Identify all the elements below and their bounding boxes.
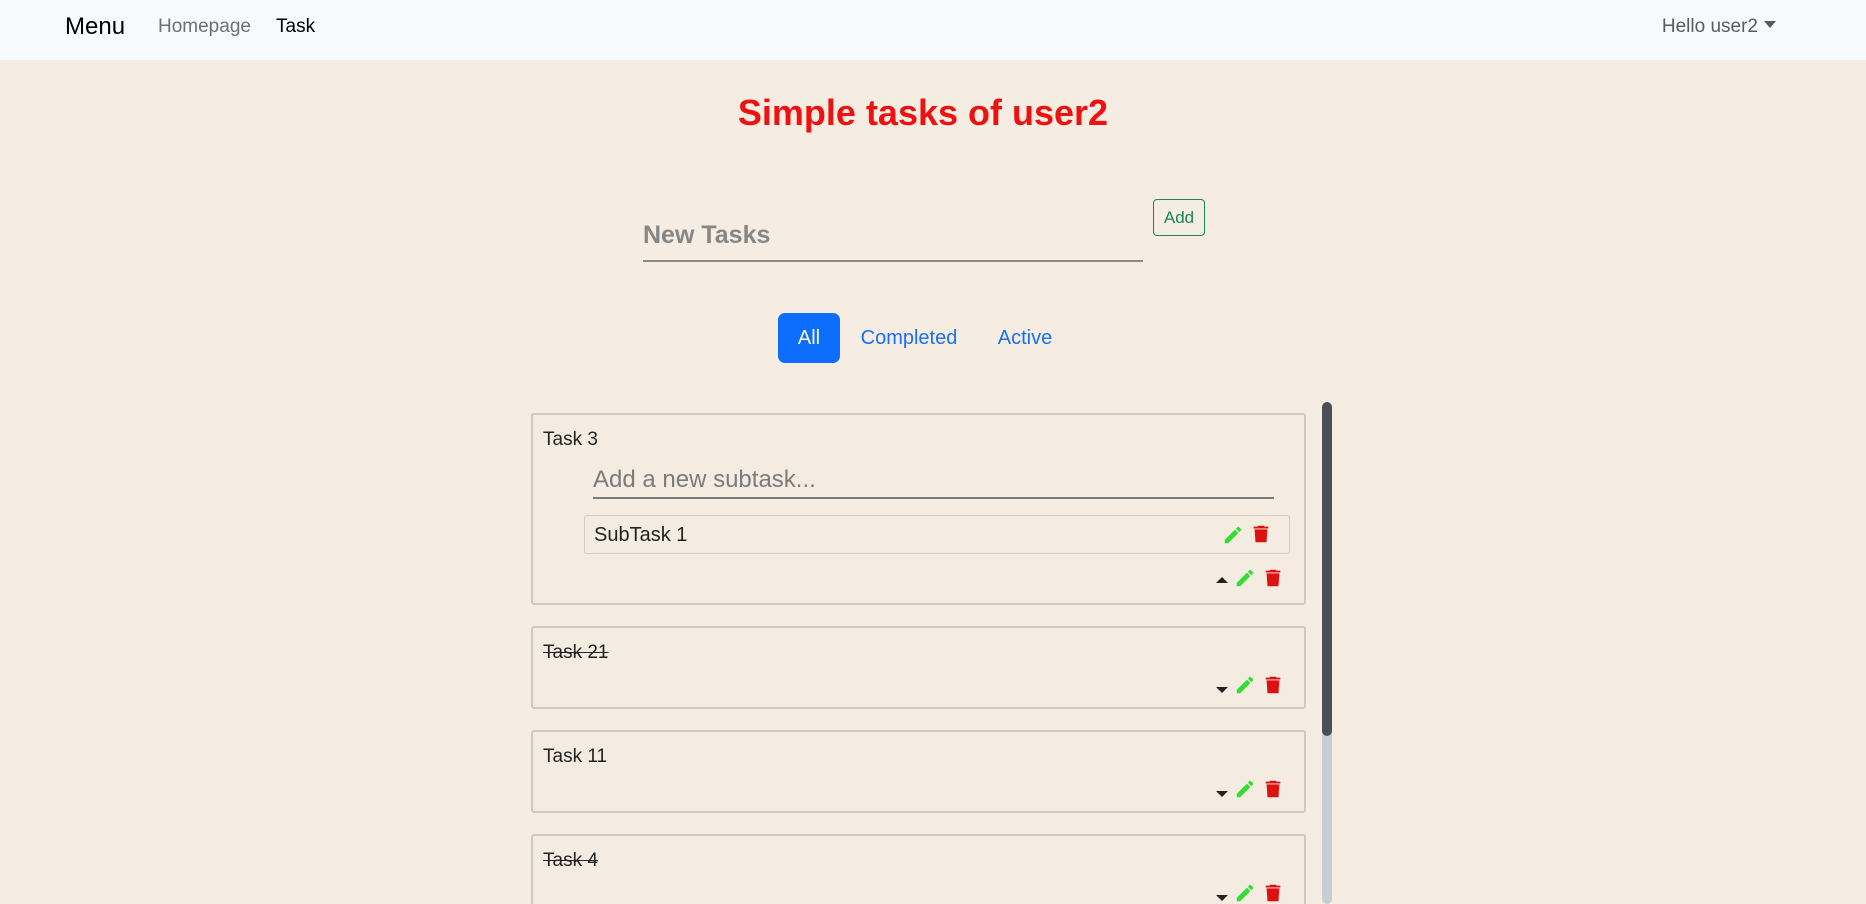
- add-task-button[interactable]: Add: [1153, 199, 1205, 236]
- task-list: Task 3 SubTask 1 Task 21: [0, 0, 1866, 904]
- pencil-icon[interactable]: [1222, 524, 1244, 546]
- task-card: Task 21: [531, 626, 1306, 709]
- trash-icon[interactable]: [1262, 674, 1284, 696]
- task-name: Task 3: [543, 429, 598, 450]
- subtask-item: SubTask 1: [584, 515, 1290, 554]
- task-card: Task 3 SubTask 1: [531, 413, 1306, 605]
- task-name: Task 11: [543, 746, 608, 767]
- caret-down-icon[interactable]: [1214, 682, 1230, 698]
- subtask-name: SubTask 1: [594, 524, 688, 546]
- scrollbar-thumb[interactable]: [1322, 402, 1332, 736]
- trash-icon[interactable]: [1250, 523, 1272, 545]
- caret-down-icon[interactable]: [1214, 890, 1230, 904]
- filter-tab-active[interactable]: Active: [990, 313, 1060, 363]
- trash-icon[interactable]: [1262, 567, 1284, 589]
- task-name: Task 4: [543, 850, 598, 871]
- caret-down-icon[interactable]: [1214, 786, 1230, 802]
- caret-up-icon[interactable]: [1214, 572, 1230, 588]
- new-task-input[interactable]: [643, 210, 1143, 262]
- pencil-icon[interactable]: [1234, 778, 1256, 800]
- pencil-icon[interactable]: [1234, 567, 1256, 589]
- nav-link-homepage[interactable]: Homepage: [158, 16, 251, 38]
- page-title: Simple tasks of user2: [737, 92, 1109, 133]
- trash-icon[interactable]: [1262, 882, 1284, 904]
- pencil-icon[interactable]: [1234, 882, 1256, 904]
- user-menu-label: Hello user2: [1661, 16, 1758, 37]
- pencil-icon[interactable]: [1234, 674, 1256, 696]
- nav-link-task[interactable]: Task: [276, 16, 315, 38]
- task-card: Task 4: [531, 834, 1306, 904]
- task-name: Task 21: [543, 642, 609, 663]
- user-menu-dropdown[interactable]: Hello user2: [1662, 16, 1776, 38]
- chevron-down-icon: [1764, 21, 1776, 29]
- subtask-input[interactable]: [593, 463, 1274, 499]
- navbar: Menu Homepage Task Hello user2: [0, 0, 1866, 61]
- trash-icon[interactable]: [1262, 778, 1284, 800]
- filter-tab-all[interactable]: All: [778, 313, 840, 363]
- filter-tab-completed[interactable]: Completed: [856, 313, 962, 363]
- brand-menu[interactable]: Menu: [65, 13, 125, 41]
- task-card: Task 11: [531, 730, 1306, 813]
